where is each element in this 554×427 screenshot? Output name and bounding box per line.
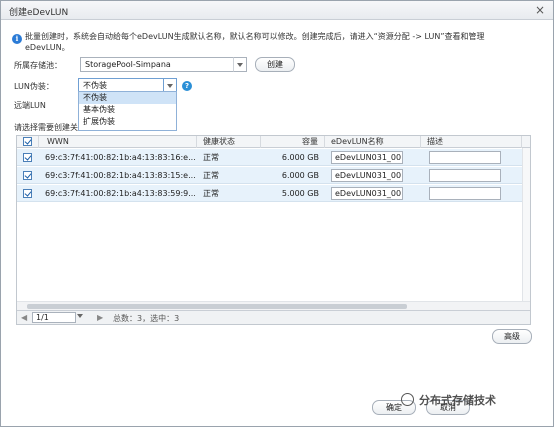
first-page-icon[interactable]: ◀ bbox=[21, 313, 27, 322]
option-extended-masquerade[interactable]: 扩展伪装 bbox=[79, 116, 176, 128]
column-description[interactable]: 描述 bbox=[421, 136, 522, 148]
help-icon[interactable]: ? bbox=[182, 81, 192, 91]
edevlun-name-input[interactable]: eDevLUN031_00 bbox=[331, 187, 403, 200]
page-select[interactable]: 1/1 bbox=[32, 312, 76, 323]
info-message: 批量创建时，系统会自动给每个eDevLUN生成默认名称，默认名称可以修改。创建完… bbox=[25, 31, 535, 53]
row-checkbox[interactable] bbox=[23, 171, 32, 180]
column-wwn[interactable]: WWN bbox=[39, 136, 197, 148]
select-lun-label: 请选择需要创建关 bbox=[14, 123, 78, 132]
watermark-logo-icon bbox=[401, 393, 414, 406]
edevlun-name-input[interactable]: eDevLUN031_00 bbox=[331, 169, 403, 182]
description-input[interactable] bbox=[429, 169, 501, 182]
vertical-scrollbar[interactable] bbox=[522, 148, 530, 310]
cell-wwn: 69:c3:7f:41:00:82:1b:a4:13:83:15:e... bbox=[45, 171, 195, 180]
header-select-all bbox=[17, 136, 39, 148]
cell-health: 正常 bbox=[203, 153, 219, 162]
option-no-masquerade[interactable]: 不伪装 bbox=[79, 92, 176, 104]
cell-capacity: 6.000 GB bbox=[281, 153, 319, 162]
close-icon[interactable]: × bbox=[535, 3, 545, 17]
cell-wwn: 69:c3:7f:41:00:82:1b:a4:13:83:16:e... bbox=[45, 153, 195, 162]
description-input[interactable] bbox=[429, 187, 501, 200]
horizontal-scrollbar[interactable] bbox=[17, 301, 530, 310]
chevron-down-icon[interactable] bbox=[77, 314, 83, 318]
column-health[interactable]: 健康状态 bbox=[197, 136, 261, 148]
table-row[interactable]: 69:c3:7f:41:00:82:1b:a4:13:83:59:9... 正常… bbox=[17, 185, 530, 202]
pager-summary: 总数：3，选中：3 bbox=[113, 314, 180, 323]
create-edevlun-dialog: 创建eDevLUN × i 批量创建时，系统会自动给每个eDevLUN生成默认名… bbox=[0, 0, 554, 427]
pool-select[interactable]: StoragePool-Simpana bbox=[80, 57, 234, 72]
chevron-down-icon[interactable] bbox=[233, 57, 247, 72]
create-pool-button[interactable]: 创建 bbox=[255, 57, 295, 72]
dialog-titlebar: 创建eDevLUN × bbox=[1, 1, 553, 20]
watermark-text: 分布式存储技术 bbox=[419, 394, 496, 407]
lun-masquerade-dropdown: 不伪装 基本伪装 扩展伪装 bbox=[78, 91, 177, 131]
table-row[interactable]: 69:c3:7f:41:00:82:1b:a4:13:83:15:e... 正常… bbox=[17, 167, 530, 184]
advanced-button[interactable]: 高级 bbox=[492, 329, 532, 344]
column-capacity[interactable]: 容量 bbox=[261, 136, 325, 148]
lun-masquerade-label: LUN伪装： bbox=[14, 82, 54, 91]
pool-label: 所属存储池： bbox=[14, 61, 62, 70]
remote-lun-table: WWN 健康状态 容量 eDevLUN名称 描述 69:c3:7f:41:00:… bbox=[16, 135, 531, 325]
next-page-icon[interactable]: ▶ bbox=[97, 313, 103, 322]
select-all-checkbox[interactable] bbox=[23, 137, 32, 146]
table-row[interactable]: 69:c3:7f:41:00:82:1b:a4:13:83:16:e... 正常… bbox=[17, 149, 530, 166]
table-pager: ◀ 1/1 ▶ 总数：3，选中：3 bbox=[17, 310, 530, 324]
remote-lun-label: 远端LUN bbox=[14, 101, 46, 110]
cell-wwn: 69:c3:7f:41:00:82:1b:a4:13:83:59:9... bbox=[45, 189, 195, 198]
cell-capacity: 5.000 GB bbox=[281, 189, 319, 198]
info-icon: i bbox=[12, 34, 22, 44]
row-checkbox[interactable] bbox=[23, 189, 32, 198]
description-input[interactable] bbox=[429, 151, 501, 164]
info-line-1: 批量创建时，系统会自动给每个eDevLUN生成默认名称，默认名称可以修改。创建完… bbox=[25, 32, 485, 41]
cell-health: 正常 bbox=[203, 171, 219, 180]
info-line-2: eDevLUN。 bbox=[25, 43, 70, 52]
table-header: WWN 健康状态 容量 eDevLUN名称 描述 bbox=[17, 136, 530, 148]
cell-health: 正常 bbox=[203, 189, 219, 198]
dialog-title: 创建eDevLUN bbox=[9, 8, 69, 18]
row-checkbox[interactable] bbox=[23, 153, 32, 162]
scrollbar-thumb[interactable] bbox=[27, 304, 407, 309]
edevlun-name-input[interactable]: eDevLUN031_00 bbox=[331, 151, 403, 164]
cell-capacity: 6.000 GB bbox=[281, 171, 319, 180]
column-edevlun-name[interactable]: eDevLUN名称 bbox=[325, 136, 421, 148]
option-basic-masquerade[interactable]: 基本伪装 bbox=[79, 104, 176, 116]
